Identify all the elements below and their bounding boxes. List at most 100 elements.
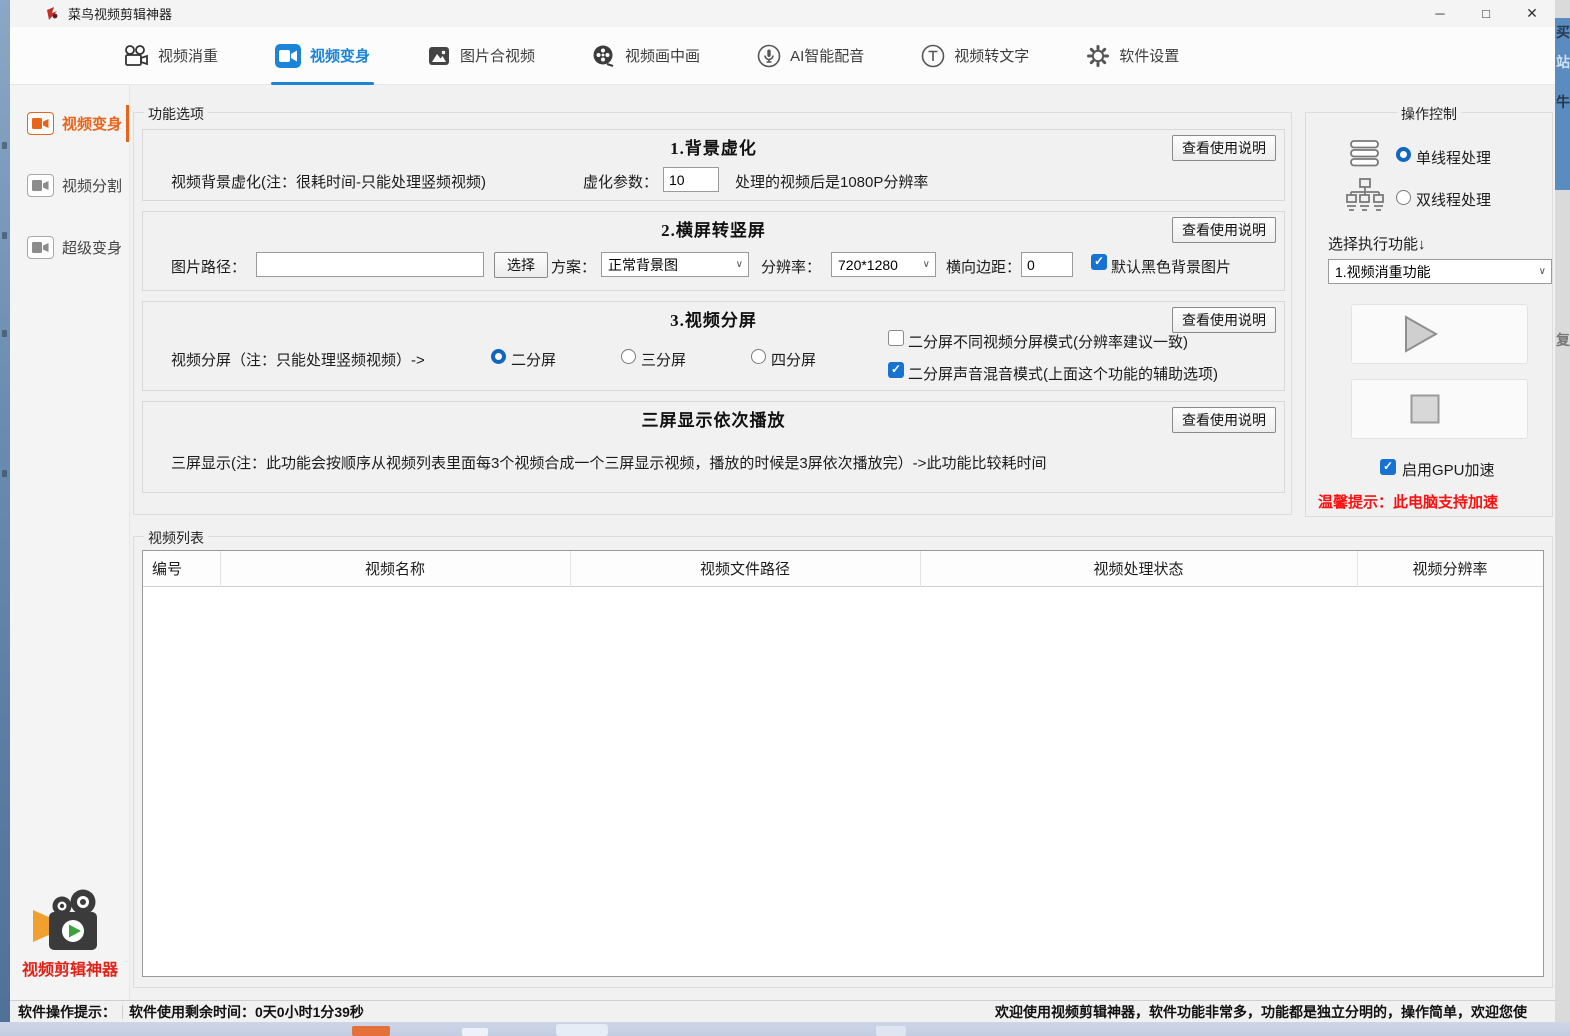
sidebar-item-video-transform[interactable]: 视频变身 [10,107,129,140]
blur-param-input[interactable] [663,167,719,192]
help-button[interactable]: 查看使用说明 [1172,407,1276,433]
column-header-video-name[interactable]: 视频名称 [220,551,570,586]
different-video-mode-checkbox[interactable] [888,330,904,346]
sidebar-logo-label: 视频剪辑神器 [10,956,130,980]
edge-char: 买 [1556,22,1570,42]
taskbar-icon [352,1026,390,1036]
start-button[interactable] [1351,304,1528,364]
help-button[interactable]: 查看使用说明 [1172,135,1276,161]
radio-three-split[interactable] [621,349,636,364]
camera-icon [27,174,54,197]
desktop-icon-remnant [2,142,7,149]
taskbar-strip [0,1022,1570,1036]
resolution-select[interactable]: 720*1280 ∨ [831,252,936,277]
resolution-label: 分辨率： [761,256,821,277]
three-screen-desc-label: 三屏显示(注：此功能会按顺序从视频列表里面每3个视频合成一个三屏显示视频，播放的… [171,452,1046,473]
stacked-layers-icon [1348,139,1381,169]
minimize-button[interactable]: ─ [1417,0,1463,27]
video-list-table: 编号 视频名称 视频文件路径 视频处理状态 视频分辨率 [142,550,1544,977]
camera-icon [27,236,54,259]
sidebar-item-super-transform[interactable]: 超级变身 [10,231,129,264]
status-bar: 软件操作提示： 软件使用剩余时间：0天0小时1分39秒 欢迎使用视频剪辑神器，软… [10,1000,1555,1022]
groupbox-label: 功能选项 [144,104,208,124]
radio-three-split-label: 三分屏 [641,349,686,370]
close-button[interactable]: ✕ [1509,0,1555,27]
table-body-empty[interactable] [143,587,1543,976]
function-options-groupbox: 功能选项 1.背景虚化 查看使用说明 视频背景虚化(注：很耗时间-只能处理竖频视… [133,112,1292,515]
chevron-down-icon: ∨ [923,259,930,270]
gpu-acceleration-checkbox[interactable] [1380,459,1396,475]
tab-video-pip[interactable]: 视频画中画 [592,27,700,85]
sidebar-item-video-split[interactable]: 视频分割 [10,169,129,202]
main-tab-bar: 视频消重 视频变身 图 [10,27,1555,85]
choose-button[interactable]: 选择 [494,252,548,278]
tab-label: 软件设置 [1119,45,1179,66]
execute-function-value: 1.视频消重功能 [1335,262,1431,282]
section-title: 3.视频分屏 [143,306,1284,331]
app-logo-icon [45,6,60,21]
radio-two-split-label: 二分屏 [511,349,556,370]
stop-button[interactable] [1351,379,1528,439]
blur-suffix-label: 处理的视频后是1080P分辨率 [735,171,928,192]
desktop-icon-remnant [2,232,7,239]
section-title: 2.横屏转竖屏 [143,216,1284,241]
picture-icon [427,44,451,68]
window-controls: ─ □ ✕ [1417,0,1555,27]
tab-ai-dubbing[interactable]: AI智能配音 [757,27,864,85]
status-left-label: 软件操作提示： [10,1002,116,1022]
radio-two-split[interactable] [491,349,506,364]
tab-image-to-video[interactable]: 图片合视频 [427,27,535,85]
edge-char: 复 [1556,330,1570,350]
tab-settings[interactable]: 软件设置 [1086,27,1179,85]
section-title: 三屏显示依次播放 [143,406,1284,431]
blur-param-label: 虚化参数： [583,171,658,192]
status-remaining-time: 软件使用剩余时间：0天0小时1分39秒 [129,1002,364,1022]
black-background-checkbox[interactable] [1091,254,1107,270]
margin-input[interactable] [1021,252,1073,277]
groupbox-label: 视频列表 [144,528,208,548]
taskbar-icon [556,1024,608,1036]
gpu-tip-text: 温馨提示：此电脑支持加速 [1318,491,1498,512]
gpu-acceleration-label: 启用GPU加速 [1402,459,1495,480]
tab-video-dedup[interactable]: 视频消重 [122,27,218,85]
tab-video-transform[interactable]: 视频变身 [275,27,370,85]
edge-char: 站 [1556,52,1570,72]
execute-function-select[interactable]: 1.视频消重功能 ∨ [1328,259,1552,284]
help-button[interactable]: 查看使用说明 [1172,307,1276,333]
tab-label: 视频消重 [158,45,218,66]
help-button[interactable]: 查看使用说明 [1172,217,1276,243]
tab-label: AI智能配音 [790,45,864,66]
desktop-edge-left [0,0,10,1036]
column-header-number[interactable]: 编号 [143,551,220,586]
single-thread-label: 单线程处理 [1416,147,1491,168]
column-header-resolution[interactable]: 视频分辨率 [1357,551,1543,586]
movie-camera-icon [122,44,149,68]
image-path-input[interactable] [256,252,484,277]
radio-four-split-label: 四分屏 [771,349,816,370]
sidebar-item-label: 视频分割 [62,175,122,196]
scheme-select[interactable]: 正常背景图 ∨ [601,252,749,277]
column-header-process-status[interactable]: 视频处理状态 [920,551,1357,586]
scheme-label: 方案： [551,256,596,277]
window-title: 菜鸟视频剪辑神器 [68,4,172,23]
section-background-blur: 1.背景虚化 查看使用说明 视频背景虚化(注：很耗时间-只能处理竖频视频) 虚化… [142,129,1285,201]
text-t-icon [921,44,945,68]
movie-camera-logo [10,888,130,956]
play-icon [1404,315,1438,353]
dual-thread-radio[interactable] [1396,190,1411,205]
maximize-button[interactable]: □ [1463,0,1509,27]
radio-four-split[interactable] [751,349,766,364]
window-body: 视频变身 视频分割 [10,85,1555,1000]
tab-label: 视频变身 [310,45,370,66]
black-background-label: 默认黑色背景图片 [1111,256,1231,277]
margin-label: 横向边距： [946,256,1021,277]
groupbox-label: 操作控制 [1397,104,1461,124]
single-thread-radio[interactable] [1396,147,1411,162]
tab-video-to-text[interactable]: 视频转文字 [921,27,1029,85]
column-header-file-path[interactable]: 视频文件路径 [570,551,920,586]
audio-mix-mode-checkbox[interactable] [888,362,904,378]
different-video-mode-label: 二分屏不同视频分屏模式(分辨率建议一致) [908,331,1188,352]
edge-char: 牛 [1556,92,1570,112]
film-reel-icon [592,44,616,68]
section-three-screen: 三屏显示依次播放 查看使用说明 三屏显示(注：此功能会按顺序从视频列表里面每3个… [142,401,1285,493]
